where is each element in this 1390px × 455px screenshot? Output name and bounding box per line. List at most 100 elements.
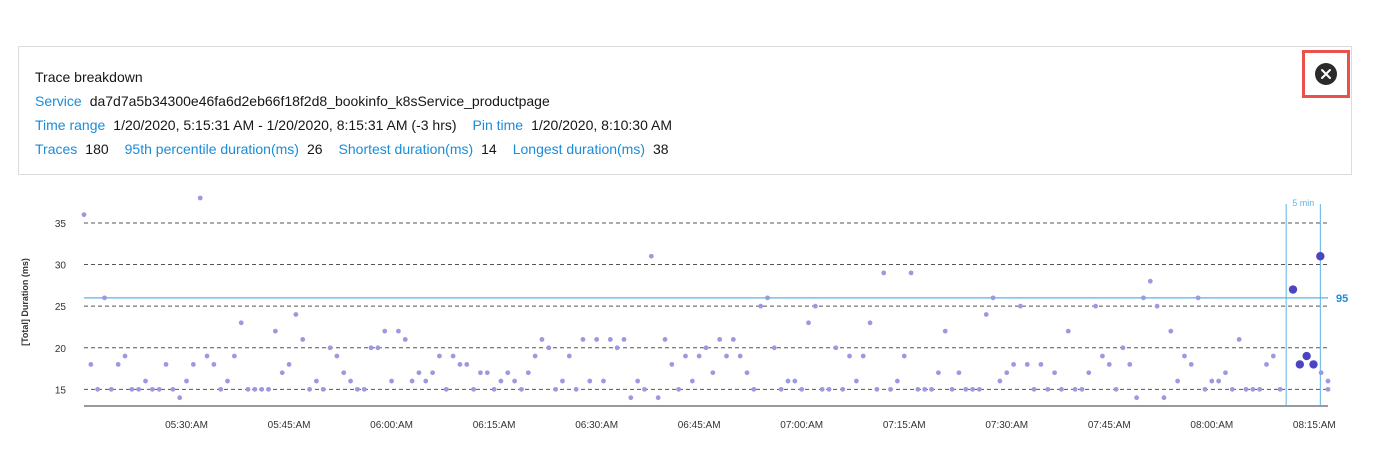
close-button[interactable]: [1302, 50, 1350, 98]
data-point: [1236, 337, 1242, 342]
data-point: [279, 370, 285, 376]
stats-row: Traces 180 95th percentile duration(ms) 26 S…: [35, 141, 685, 157]
data-point: [642, 386, 647, 392]
x-tick-label: 05:30:AM: [165, 420, 208, 431]
data-point: [1141, 295, 1146, 301]
service-label: Service: [35, 93, 82, 109]
data-point: [594, 337, 600, 342]
data-point: [211, 362, 217, 367]
data-point: [1100, 353, 1105, 359]
data-point: [1011, 362, 1016, 367]
data-point-highlighted: [1302, 351, 1311, 361]
data-point: [1052, 370, 1057, 376]
data-point: [320, 386, 326, 392]
data-point: [1325, 378, 1331, 384]
data-point: [1175, 378, 1181, 384]
data-point: [778, 386, 784, 392]
data-point: [1325, 386, 1331, 392]
data-point: [785, 378, 791, 384]
data-point: [1024, 362, 1030, 367]
shortest-value: 14: [481, 141, 497, 157]
panel-title: Trace breakdown: [35, 69, 143, 85]
data-point: [143, 378, 148, 384]
data-point: [847, 353, 852, 359]
data-point: [635, 378, 641, 384]
data-point: [771, 345, 777, 351]
data-point: [1195, 295, 1201, 301]
data-point: [122, 353, 128, 359]
data-point: [908, 270, 914, 276]
data-point: [901, 353, 907, 359]
percentile-label: 95: [1336, 293, 1348, 305]
data-point: [156, 386, 162, 392]
data-point: [430, 370, 435, 376]
data-point-highlighted: [1316, 252, 1325, 261]
data-point: [519, 386, 524, 392]
data-point-highlighted: [1295, 360, 1305, 369]
data-point: [956, 370, 962, 376]
close-x-glyph: [1321, 69, 1331, 79]
data-point: [1147, 278, 1153, 284]
data-point: [949, 386, 955, 392]
data-point: [1161, 395, 1167, 401]
data-point: [710, 370, 716, 376]
data-point: [1188, 362, 1194, 367]
data-point: [238, 320, 244, 326]
data-point: [1059, 386, 1064, 392]
data-point: [676, 386, 682, 392]
data-point: [1072, 386, 1078, 392]
data-point: [129, 386, 135, 392]
data-point: [573, 386, 579, 392]
data-point: [1065, 328, 1071, 334]
data-point: [184, 378, 189, 384]
data-point: [252, 386, 258, 392]
x-tick-label: 07:15:AM: [883, 420, 926, 431]
data-point: [580, 337, 586, 342]
data-point: [997, 378, 1003, 384]
data-point: [348, 378, 353, 384]
data-point: [423, 378, 429, 384]
data-point: [751, 386, 757, 392]
data-point: [266, 386, 271, 392]
data-point: [225, 378, 230, 384]
data-point: [1202, 386, 1208, 392]
data-point: [95, 386, 101, 392]
data-point: [587, 378, 593, 384]
data-point: [1093, 303, 1099, 309]
data-point: [881, 270, 887, 276]
traces-label: Traces: [35, 141, 78, 157]
data-point-highlighted: [1309, 360, 1318, 369]
x-tick-label: 07:00:AM: [780, 420, 823, 431]
x-tick-label: 08:15:AM: [1293, 420, 1336, 431]
trace-breakdown-panel: Trace breakdown Service da7d7a5b34300e46f…: [18, 46, 1352, 175]
data-point: [334, 353, 340, 359]
data-point: [478, 370, 483, 376]
data-point: [915, 386, 921, 392]
data-point: [1018, 303, 1023, 309]
data-point: [443, 386, 449, 392]
data-point: [867, 320, 873, 326]
data-point: [382, 328, 388, 334]
close-icon[interactable]: [1315, 63, 1337, 85]
data-point: [484, 370, 490, 376]
data-point: [1086, 370, 1092, 376]
data-point: [566, 353, 572, 359]
data-point: [840, 386, 846, 392]
data-point: [313, 378, 319, 384]
pin-time-label: Pin time: [472, 117, 524, 133]
data-point: [765, 295, 770, 301]
data-point: [655, 395, 661, 401]
data-point: [1079, 386, 1085, 392]
data-point: [935, 370, 941, 376]
data-point: [136, 386, 142, 392]
data-point: [491, 386, 497, 392]
data-point: [1243, 386, 1249, 392]
data-point: [683, 353, 688, 359]
data-point: [190, 362, 196, 367]
data-point: [464, 362, 470, 367]
data-point: [853, 378, 859, 384]
data-point: [1134, 395, 1140, 401]
data-point: [730, 337, 736, 342]
data-point: [1182, 353, 1187, 359]
p95-label: 95th percentile duration(ms): [124, 141, 299, 157]
